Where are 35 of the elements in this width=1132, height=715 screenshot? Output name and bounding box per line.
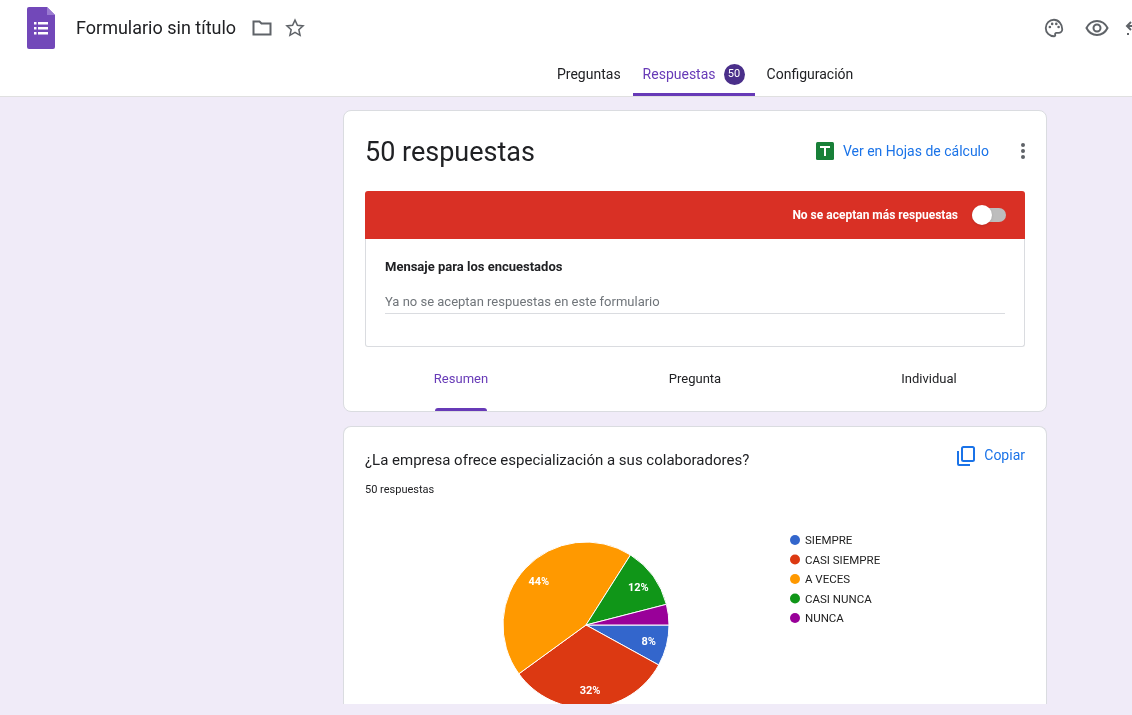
sheets-link[interactable]: Ver en Hojas de cálculo — [815, 140, 989, 162]
tab[interactable]: Preguntas — [547, 55, 631, 96]
question-title: ¿La empresa ofrece especialización a sus colaboradores? — [365, 450, 750, 471]
accept-toggle[interactable] — [972, 208, 1006, 222]
legend-label: CASI NUNCA — [805, 591, 872, 606]
more-icon[interactable] — [1021, 142, 1025, 160]
folder-icon[interactable] — [252, 19, 273, 36]
view-tab[interactable]: Individual — [812, 365, 1046, 411]
palette-icon[interactable] — [1043, 16, 1065, 39]
banner-label: No se aceptan más respuestas — [792, 207, 958, 224]
eye-icon[interactable] — [1085, 18, 1109, 37]
form-title[interactable]: Formulario sin título — [76, 14, 237, 42]
sheets-icon — [815, 142, 834, 160]
legend-label: SIEMPRE — [805, 533, 853, 547]
response-count: 50 respuestas — [364, 481, 436, 498]
slice-label: 44% — [528, 574, 550, 588]
legend-label: A VECES — [805, 572, 851, 586]
count-badge: 50 — [723, 63, 745, 85]
view-tab[interactable]: Pregunta — [578, 365, 812, 411]
tab[interactable]: Respuestas 50 — [632, 55, 755, 96]
tab[interactable]: Configuración — [756, 55, 864, 96]
slice-label: 8% — [641, 635, 656, 649]
message-label: Mensaje para los encuestados — [385, 258, 564, 276]
star-icon[interactable] — [285, 17, 306, 38]
slice-label: 32% — [579, 683, 601, 697]
message-field[interactable]: Ya no se aceptan respuestas en este formulario — [385, 289, 1005, 314]
legend-label: NUNCA — [805, 611, 844, 625]
copy-icon — [957, 445, 976, 466]
slice-label: 12% — [628, 580, 649, 594]
form-logo-icon[interactable] — [27, 6, 55, 49]
copy-button[interactable]: Copiar — [957, 445, 1025, 466]
view-tab[interactable]: Resumen — [344, 365, 578, 411]
arrow-icon[interactable] — [1124, 18, 1132, 37]
legend-label: CASI SIEMPRE — [805, 552, 881, 567]
responses-heading: 50 respuestas — [365, 134, 535, 170]
